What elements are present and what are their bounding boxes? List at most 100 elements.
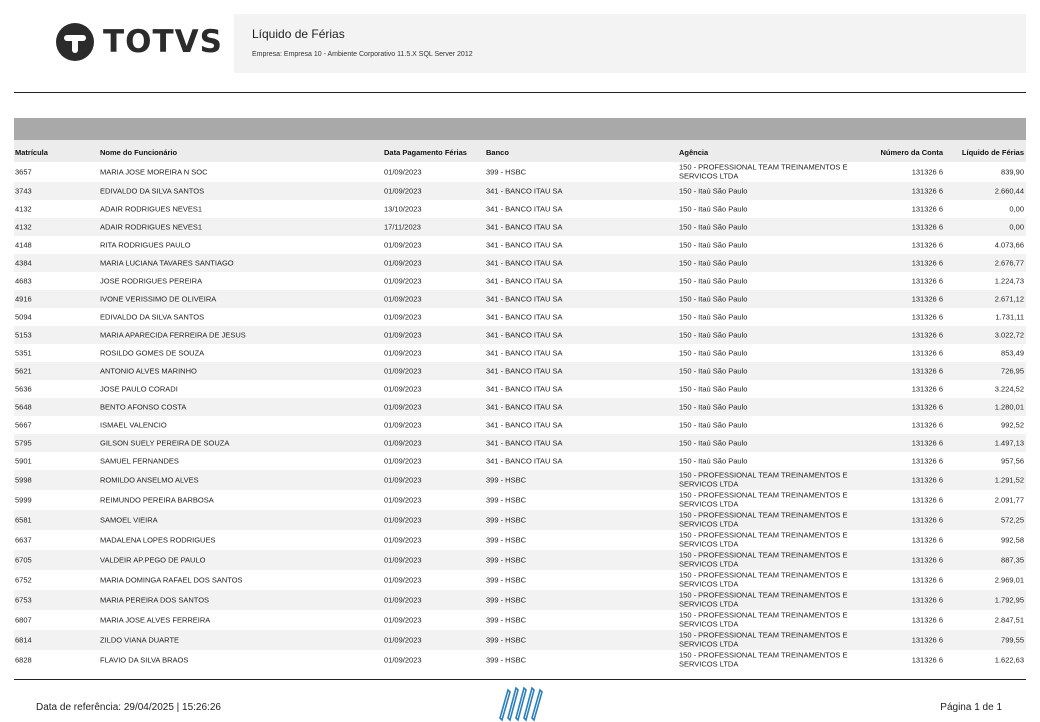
cell-liquido: 992,52 [1001, 420, 1024, 430]
cell-data: 01/09/2023 [384, 575, 422, 585]
cell-data: 01/09/2023 [384, 635, 422, 645]
cell-nome: MARIA APARECIDA FERREIRA DE JESUS [100, 330, 246, 340]
table-row: 6581 SAMOEL VIEIRA 01/09/2023 399 - HSBC 150… [14, 510, 1026, 530]
cell-agencia: 150 - Itaú São Paulo [679, 366, 748, 376]
cell-nome: EDIVALDO DA SILVA SANTOS [100, 186, 205, 196]
cell-data: 01/09/2023 [384, 438, 422, 448]
cell-matricula: 5621 [15, 366, 32, 376]
table-row: 5153 MARIA APARECIDA FERREIRA DE JESUS 01/… [14, 326, 1026, 344]
cell-conta: 131326 6 [911, 615, 943, 625]
cell-banco: 341 - BANCO ITAU SA [486, 186, 563, 196]
col-agencia: Agência [679, 148, 709, 157]
totvs-logo: TOTVS [55, 22, 223, 62]
cell-agencia: 150 - PROFESSIONAL TEAM TREINAMENTOS E S… [679, 630, 848, 648]
cell-liquido: 1.792,95 [994, 595, 1024, 605]
cell-banco: 341 - BANCO ITAU SA [486, 366, 563, 376]
cell-conta: 131326 6 [911, 420, 943, 430]
cell-nome: SAMOEL VIEIRA [100, 515, 158, 525]
cell-data: 01/09/2023 [384, 595, 422, 605]
cell-data: 01/09/2023 [384, 555, 422, 565]
cell-conta: 131326 6 [911, 456, 943, 466]
cell-liquido: 853,49 [1001, 348, 1024, 358]
cell-data: 01/09/2023 [384, 475, 422, 485]
cell-banco: 341 - BANCO ITAU SA [486, 258, 563, 268]
cell-nome: MADALENA LOPES RODRIGUES [100, 535, 216, 545]
cell-agencia: 150 - Itaú São Paulo [679, 402, 748, 412]
cell-agencia: 150 - Itaú São Paulo [679, 330, 748, 340]
cell-conta: 131326 6 [911, 495, 943, 505]
table-row: 3743 EDIVALDO DA SILVA SANTOS 01/09/2023 34… [14, 182, 1026, 200]
cell-conta: 131326 6 [911, 330, 943, 340]
cell-matricula: 6705 [15, 555, 32, 565]
cell-liquido: 887,35 [1001, 555, 1024, 565]
cell-matricula: 5094 [15, 312, 32, 322]
cell-banco: 341 - BANCO ITAU SA [486, 348, 563, 358]
report-title: Líquido de Férias [252, 27, 345, 41]
table-row: 5999 REIMUNDO PEREIRA BARBOSA 01/09/2023 39… [14, 490, 1026, 510]
cell-banco: 399 - HSBC [486, 475, 527, 485]
cell-nome: GILSON SUELY PEREIRA DE SOUZA [100, 438, 230, 448]
cell-nome: ROMILDO ANSELMO ALVES [100, 475, 199, 485]
cell-data: 13/10/2023 [384, 204, 422, 214]
table-row: 6705 VALDEIR AP.PEGO DE PAULO 01/09/2023 39… [14, 550, 1026, 570]
cell-conta: 131326 6 [911, 186, 943, 196]
cell-matricula: 5648 [15, 402, 32, 412]
cell-liquido: 1.280,01 [994, 402, 1024, 412]
cell-matricula: 5998 [15, 475, 32, 485]
cell-agencia: 150 - PROFESSIONAL TEAM TREINAMENTOS E S… [679, 590, 848, 608]
footer-divider [14, 679, 1026, 680]
cell-conta: 131326 6 [911, 258, 943, 268]
cell-data: 17/11/2023 [384, 222, 421, 232]
table-row: 6828 FLAVIO DA SILVA BRAOS 01/09/2023 399 -… [14, 650, 1026, 670]
cell-data: 01/09/2023 [384, 348, 422, 358]
cell-matricula: 6581 [15, 515, 32, 525]
cell-nome: ADAIR RODRIGUES NEVES1 [100, 204, 203, 214]
cell-matricula: 6807 [15, 615, 32, 625]
cell-data: 01/09/2023 [384, 420, 422, 430]
cell-data: 01/09/2023 [384, 535, 422, 545]
cell-nome: IVONE VERISSIMO DE OLIVEIRA [100, 294, 217, 304]
table-row: 5648 BENTO AFONSO COSTA 01/09/2023 341 - BA… [14, 398, 1026, 416]
cell-banco: 399 - HSBC [486, 515, 527, 525]
col-nome: Nome do Funcionário [100, 148, 178, 157]
cell-liquido: 2.676,77 [994, 258, 1024, 268]
cell-liquido: 3.224,52 [994, 384, 1024, 394]
cell-matricula: 5351 [15, 348, 32, 358]
cell-nome: ISMAEL VALENCIO [100, 420, 167, 430]
cell-banco: 399 - HSBC [486, 167, 527, 177]
cell-matricula: 4132 [15, 222, 32, 232]
cell-nome: RITA RODRIGUES PAULO [100, 240, 191, 250]
cell-data: 01/09/2023 [384, 276, 422, 286]
totvs-logo-icon [56, 23, 94, 61]
cell-conta: 131326 6 [911, 240, 943, 250]
cell-nome: MARIA LUCIANA TAVARES SANTIAGO [100, 258, 234, 268]
table-row: 5998 ROMILDO ANSELMO ALVES 01/09/2023 399 -… [14, 470, 1026, 490]
cell-matricula: 4916 [15, 294, 32, 304]
cell-banco: 399 - HSBC [486, 615, 527, 625]
table-header: Matrícula Nome do Funcionário Data Pagam… [14, 140, 1026, 162]
col-data: Data Pagamento Férias [384, 148, 467, 157]
cell-matricula: 6753 [15, 595, 32, 605]
cell-liquido: 0,00 [1009, 222, 1024, 232]
cell-data: 01/09/2023 [384, 258, 422, 268]
cell-liquido: 1.224,73 [994, 276, 1024, 286]
cell-data: 01/09/2023 [384, 294, 422, 304]
table-body: 3657 MARIA JOSE MOREIRA N SOC 01/09/2023 39… [14, 162, 1026, 670]
cell-matricula: 3743 [15, 186, 32, 196]
table-row: 5636 JOSE PAULO CORADI 01/09/2023 341 - BAN… [14, 380, 1026, 398]
table-row: 4384 MARIA LUCIANA TAVARES SANTIAGO 01/09/… [14, 254, 1026, 272]
cell-banco: 341 - BANCO ITAU SA [486, 420, 563, 430]
cell-liquido: 2.847,51 [994, 615, 1024, 625]
cell-matricula: 4132 [15, 204, 32, 214]
cell-agencia: 150 - Itaú São Paulo [679, 438, 748, 448]
cell-banco: 399 - HSBC [486, 535, 527, 545]
table-row: 4148 RITA RODRIGUES PAULO 01/09/2023 341 - … [14, 236, 1026, 254]
cell-matricula: 4683 [15, 276, 32, 286]
cell-data: 01/09/2023 [384, 615, 422, 625]
cell-liquido: 1.291,52 [994, 475, 1024, 485]
cell-agencia: 150 - Itaú São Paulo [679, 420, 748, 430]
cell-agencia: 150 - Itaú São Paulo [679, 456, 748, 466]
cell-matricula: 5153 [15, 330, 32, 340]
cell-banco: 341 - BANCO ITAU SA [486, 402, 563, 412]
cell-conta: 131326 6 [911, 595, 943, 605]
